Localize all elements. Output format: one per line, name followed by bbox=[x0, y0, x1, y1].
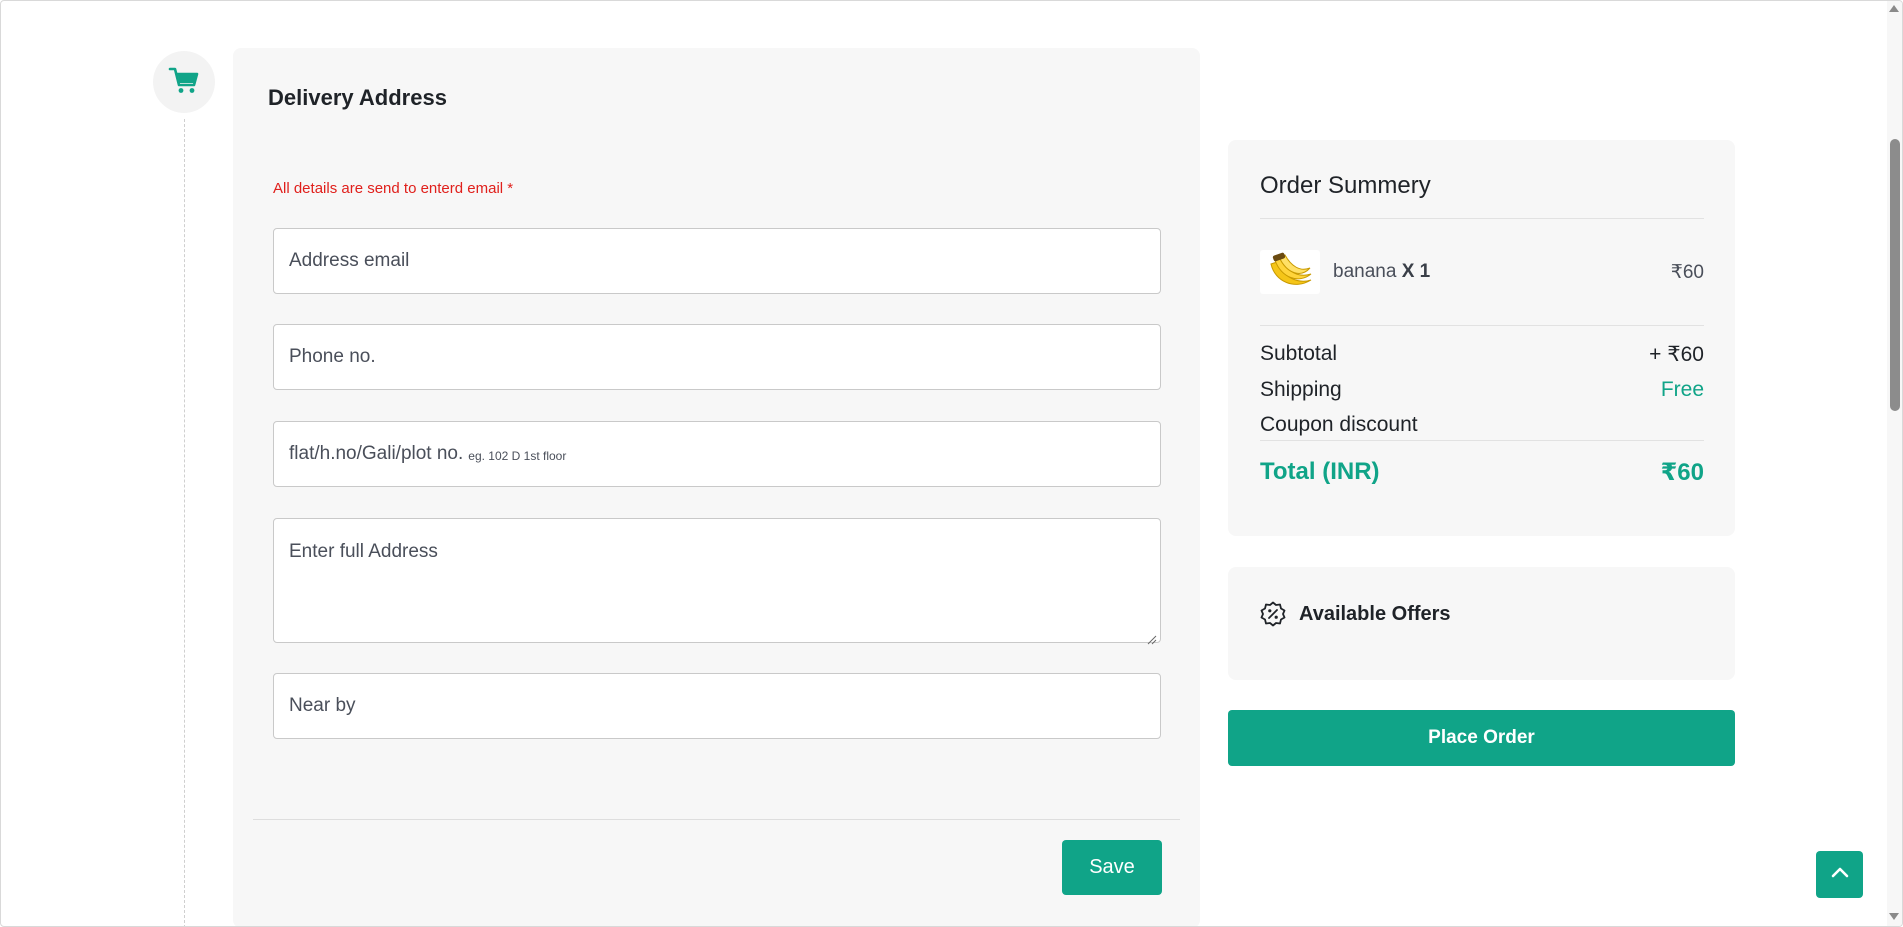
flat-number-hint: eg. 102 D 1st floor bbox=[468, 449, 567, 463]
summary-divider bbox=[1260, 325, 1704, 326]
chevron-up-icon bbox=[1830, 865, 1850, 884]
order-summary-card: Order Summery banana X 1 ₹60 Subtotal + … bbox=[1228, 140, 1735, 536]
discount-badge-icon bbox=[1260, 601, 1286, 627]
banana-image bbox=[1260, 250, 1320, 294]
total-value: ₹60 bbox=[1660, 459, 1704, 486]
page-frame: Delivery Address All details are send to… bbox=[0, 0, 1903, 927]
delivery-title: Delivery Address bbox=[268, 85, 447, 110]
scroll-down-arrow-icon[interactable] bbox=[1889, 913, 1899, 920]
shopping-cart-icon bbox=[168, 65, 200, 100]
total-label: Total (INR) bbox=[1260, 458, 1380, 485]
full-address-textarea[interactable]: Enter full Address bbox=[273, 518, 1161, 645]
scroll-up-arrow-icon[interactable] bbox=[1889, 5, 1899, 12]
summary-divider bbox=[1260, 218, 1704, 219]
phone-placeholder: Phone no. bbox=[289, 346, 376, 367]
product-item: banana X 1 bbox=[1333, 261, 1430, 283]
address-email-placeholder: Address email bbox=[289, 250, 410, 271]
coupon-discount-label: Coupon discount bbox=[1260, 413, 1418, 436]
resize-grip-icon[interactable] bbox=[1147, 629, 1157, 645]
card-divider bbox=[253, 819, 1180, 820]
nearby-placeholder: Near by bbox=[289, 695, 356, 716]
delivery-address-card: Delivery Address All details are send to… bbox=[233, 48, 1200, 926]
email-notice: All details are send to enterd email * bbox=[273, 180, 514, 197]
page-scrollbar[interactable] bbox=[1887, 1, 1902, 926]
phone-input[interactable]: Phone no. bbox=[273, 324, 1161, 390]
step-cart-badge bbox=[153, 51, 215, 113]
step-timeline-line bbox=[184, 119, 185, 926]
order-summary-title: Order Summery bbox=[1260, 172, 1431, 199]
place-order-button[interactable]: Place Order bbox=[1228, 710, 1735, 766]
address-email-input[interactable]: Address email bbox=[273, 228, 1161, 294]
flat-number-input[interactable]: flat/h.no/Gali/plot no. eg. 102 D 1st fl… bbox=[273, 421, 1161, 487]
subtotal-label: Subtotal bbox=[1260, 342, 1338, 365]
scrollbar-thumb[interactable] bbox=[1890, 139, 1900, 411]
available-offers-label: Available Offers bbox=[1299, 603, 1451, 625]
summary-divider bbox=[1260, 440, 1704, 441]
shipping-label: Shipping bbox=[1260, 378, 1342, 401]
shipping-value: Free bbox=[1660, 378, 1704, 401]
nearby-input[interactable]: Near by bbox=[273, 673, 1161, 739]
save-button[interactable]: Save bbox=[1062, 840, 1162, 895]
back-to-top-button[interactable] bbox=[1816, 851, 1863, 898]
subtotal-value: + ₹60 bbox=[1649, 343, 1704, 366]
product-qty: X 1 bbox=[1401, 261, 1431, 282]
product-name: banana bbox=[1333, 261, 1397, 282]
full-address-placeholder: Enter full Address bbox=[289, 541, 438, 562]
flat-number-placeholder: flat/h.no/Gali/plot no. bbox=[289, 443, 464, 464]
available-offers-card[interactable]: Available Offers bbox=[1228, 567, 1735, 680]
product-price: ₹60 bbox=[1670, 262, 1704, 283]
